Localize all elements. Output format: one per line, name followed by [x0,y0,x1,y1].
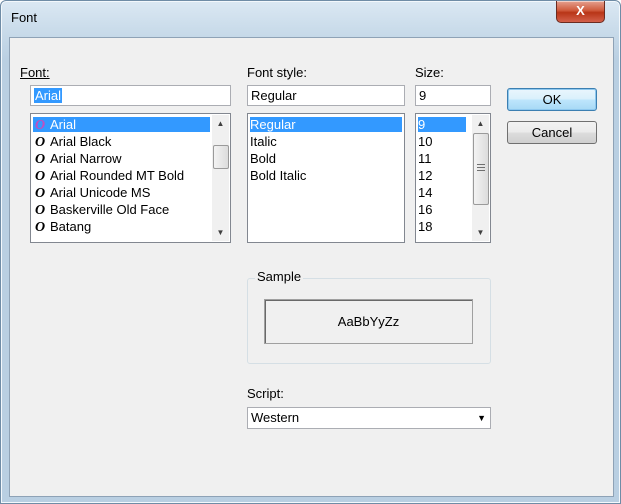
size-list-item[interactable]: 9 [418,117,466,132]
size-list-item[interactable]: 14 [418,185,432,200]
scroll-thumb[interactable] [213,145,229,169]
scroll-up-icon[interactable]: ▲ [212,115,229,132]
font-list-item[interactable]: O Baskerville Old Face [33,202,170,218]
font-type-icon: O [34,118,46,133]
size-list-item[interactable]: 10 [418,134,432,149]
font-list-item-label: Arial Unicode MS [50,185,151,200]
font-list-item-label: Batang [50,219,92,234]
font-name-input[interactable]: Arial [30,85,231,106]
grip-line [477,167,485,168]
title-bar: Font X [1,1,620,37]
font-type-icon: O [34,220,46,235]
script-select-value: Western [251,410,300,425]
grip-line [477,170,485,171]
close-button[interactable]: X [556,1,605,23]
font-list[interactable]: O Arial O Arial Black O Arial Narrow O Arial… [30,113,231,243]
size-list[interactable]: 9 10 11 12 14 16 18 ▲ ▼ [415,113,491,243]
cancel-button[interactable]: Cancel [507,121,597,144]
size-list-item[interactable]: 11 [418,151,432,166]
font-type-icon: O [34,186,46,201]
font-list-item-label: Arial [50,117,77,132]
size-label: Size: [415,65,444,80]
dialog-body: Font: Arial O Arial O Arial Black O Arial N… [9,37,614,497]
size-input[interactable]: 9 [415,85,491,106]
ok-button[interactable]: OK [507,88,597,111]
font-style-input[interactable]: Regular [247,85,405,106]
sample-preview: AaBbYyZz [264,299,473,344]
font-style-label: Font style: [247,65,307,80]
font-style-list[interactable]: Regular Italic Bold Bold Italic [247,113,405,243]
scroll-thumb[interactable] [473,133,489,205]
sample-group-title: Sample [255,269,304,284]
size-list-item[interactable]: 12 [418,168,432,183]
font-label-text: Font: [20,65,50,80]
font-dialog: Font X Font: Arial O Arial O Arial Black O… [0,0,621,504]
window-title: Font [11,10,38,25]
font-type-icon: O [34,135,46,150]
font-list-item[interactable]: O Arial Black [33,134,112,150]
script-label: Script: [247,386,284,401]
style-list-item[interactable]: Bold Italic [250,168,306,183]
script-select[interactable]: Western ▼ [247,407,491,429]
grip-line [477,164,485,165]
font-list-item-label: Arial Black [50,134,112,149]
font-type-icon: O [34,203,46,218]
font-list-item-label: Arial Narrow [50,151,122,166]
font-list-item[interactable]: O Arial Unicode MS [33,185,151,201]
font-list-item[interactable]: O Arial [33,117,210,133]
font-list-item[interactable]: O Arial Rounded MT Bold [33,168,210,183]
font-list-item-label: Baskerville Old Face [50,202,170,217]
size-list-scrollbar[interactable]: ▲ ▼ [472,115,489,241]
scroll-down-icon[interactable]: ▼ [212,224,229,241]
style-list-item[interactable]: Bold [250,151,276,166]
font-name-value: Arial [34,88,63,103]
font-label: Font: [20,65,50,80]
font-type-icon: O [34,152,46,167]
font-list-item[interactable]: O Arial Narrow [33,151,122,167]
style-list-item[interactable]: Italic [250,134,277,149]
size-list-item[interactable]: 16 [418,202,432,217]
font-list-scrollbar[interactable]: ▲ ▼ [212,115,229,241]
size-list-item[interactable]: 18 [418,219,432,234]
scroll-up-icon[interactable]: ▲ [472,115,489,132]
font-list-item[interactable]: O Batang [33,219,92,235]
style-list-item[interactable]: Regular [250,117,402,132]
scroll-down-icon[interactable]: ▼ [472,224,489,241]
chevron-down-icon[interactable]: ▼ [477,408,486,428]
font-list-item-label: Arial Rounded MT Bold [50,168,185,183]
font-type-icon: O [34,169,46,183]
